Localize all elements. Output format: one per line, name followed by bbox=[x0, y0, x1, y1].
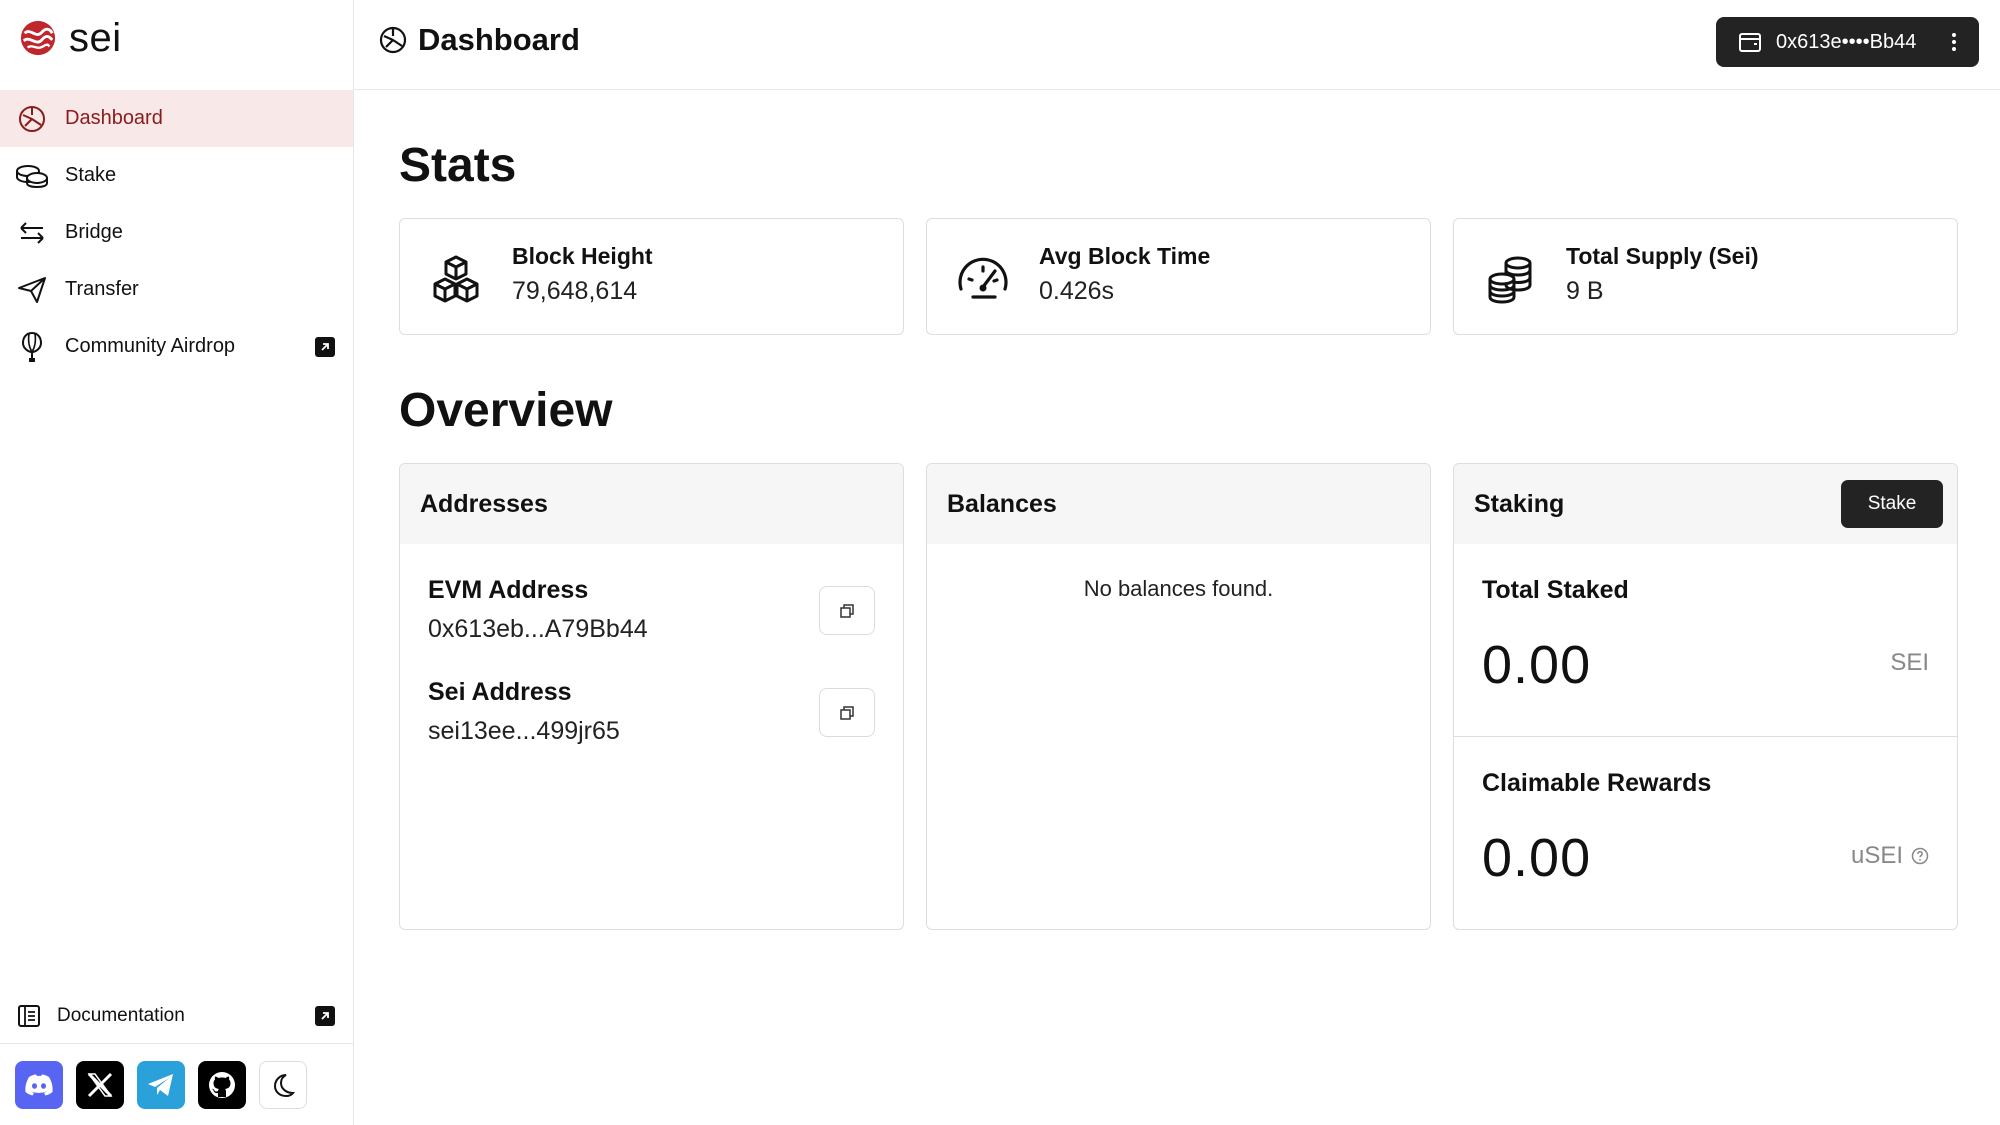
unit-label: SEI bbox=[1890, 649, 1929, 676]
copy-icon bbox=[840, 705, 854, 720]
staking-divider bbox=[1454, 736, 1957, 737]
total-staked-label: Total Staked bbox=[1482, 576, 1629, 604]
total-staked-unit: SEI bbox=[1890, 649, 1929, 677]
telegram-icon[interactable] bbox=[137, 1061, 185, 1109]
sidebar-item-label: Transfer bbox=[65, 278, 139, 300]
page-title: Dashboard bbox=[378, 22, 580, 58]
overview-heading: Overview bbox=[399, 384, 613, 437]
evm-address-label: EVM Address bbox=[428, 576, 589, 604]
wallet-address: 0x613e••••Bb44 bbox=[1776, 30, 1917, 53]
sei-address-label: Sei Address bbox=[428, 678, 572, 706]
sidebar-nav: Dashboard Stake Bridge Transfer Communit… bbox=[0, 90, 353, 375]
sidebar-item-community-airdrop[interactable]: Community Airdrop bbox=[0, 318, 353, 375]
wallet-icon bbox=[1739, 33, 1761, 52]
stat-card-block-height: Block Height 79,648,614 bbox=[399, 218, 904, 335]
sidebar-item-transfer[interactable]: Transfer bbox=[0, 261, 353, 318]
more-options-icon[interactable] bbox=[1951, 31, 1957, 53]
card-title: Staking bbox=[1474, 489, 1565, 518]
staking-card-header: Staking Stake bbox=[1454, 464, 1957, 544]
documentation-label: Documentation bbox=[57, 1005, 185, 1026]
addresses-card-header: Addresses bbox=[400, 464, 903, 544]
discord-icon[interactable] bbox=[15, 1061, 63, 1109]
github-icon[interactable] bbox=[198, 1061, 246, 1109]
card-title: Addresses bbox=[420, 489, 548, 518]
sidebar-divider bbox=[0, 1043, 353, 1044]
evm-address-value: 0x613eb...A79Bb44 bbox=[428, 615, 648, 643]
help-icon[interactable] bbox=[1911, 847, 1929, 865]
sidebar-item-dashboard[interactable]: Dashboard bbox=[0, 90, 353, 147]
stat-card-avg-block-time: Avg Block Time 0.426s bbox=[926, 218, 1431, 335]
stat-label: Total Supply (Sei) bbox=[1566, 243, 1759, 269]
stat-label: Avg Block Time bbox=[1039, 243, 1211, 269]
balloon-icon bbox=[15, 330, 49, 364]
arrows-swap-icon bbox=[15, 216, 49, 250]
external-link-icon bbox=[315, 1006, 335, 1026]
sei-logo[interactable]: sei bbox=[19, 18, 122, 58]
coins-stack-icon bbox=[15, 159, 49, 193]
brand-name: sei bbox=[69, 16, 122, 60]
balances-card: Balances No balances found. bbox=[926, 463, 1431, 930]
wallet-button[interactable]: 0x613e••••Bb44 bbox=[1716, 17, 1979, 67]
copy-icon bbox=[840, 603, 854, 618]
book-icon bbox=[15, 1002, 43, 1030]
claimable-rewards-label: Claimable Rewards bbox=[1482, 769, 1712, 797]
total-staked-value: 0.00 bbox=[1482, 635, 1592, 695]
sidebar-item-stake[interactable]: Stake bbox=[0, 147, 353, 204]
stat-value: 0.426s bbox=[1039, 277, 1115, 305]
evm-address-block: EVM Address 0x613eb...A79Bb44 bbox=[428, 576, 648, 644]
stats-heading: Stats bbox=[399, 139, 517, 192]
stat-value: 9 B bbox=[1566, 277, 1604, 305]
social-links bbox=[15, 1061, 307, 1109]
page-title-text: Dashboard bbox=[418, 22, 580, 57]
sidebar: sei Dashboard Stake Bridge Transfer Comm… bbox=[0, 0, 354, 1125]
claimable-rewards-value: 0.00 bbox=[1482, 828, 1592, 888]
balances-card-header: Balances bbox=[927, 464, 1430, 544]
sidebar-item-label: Dashboard bbox=[65, 107, 163, 129]
send-icon bbox=[15, 273, 49, 307]
stat-value: 79,648,614 bbox=[512, 277, 638, 305]
sidebar-item-label: Stake bbox=[65, 164, 117, 186]
unit-label: uSEI bbox=[1850, 842, 1903, 869]
stake-button[interactable]: Stake bbox=[1841, 480, 1943, 528]
speedometer-icon bbox=[958, 257, 1008, 299]
stat-label: Block Height bbox=[512, 243, 653, 269]
sidebar-item-label: Bridge bbox=[65, 221, 123, 243]
sidebar-item-label: Community Airdrop bbox=[65, 335, 236, 357]
sei-address-block: Sei Address sei13ee...499jr65 bbox=[428, 678, 620, 746]
x-icon[interactable] bbox=[76, 1061, 124, 1109]
sei-logo-icon bbox=[20, 20, 56, 56]
claimable-rewards-unit: uSEI bbox=[1851, 842, 1929, 870]
moon-icon[interactable] bbox=[259, 1061, 307, 1109]
cubes-icon bbox=[433, 255, 479, 303]
copy-evm-address-button[interactable] bbox=[819, 586, 875, 635]
stat-card-total-supply: Total Supply (Sei) 9 B bbox=[1453, 218, 1958, 335]
sei-address-value: sei13ee...499jr65 bbox=[428, 717, 620, 745]
dashboard-icon bbox=[15, 102, 49, 136]
empty-balances-message: No balances found. bbox=[1083, 576, 1274, 601]
coins-icon bbox=[1488, 256, 1532, 304]
sidebar-item-bridge[interactable]: Bridge bbox=[0, 204, 353, 261]
dashboard-icon bbox=[379, 26, 407, 54]
top-bar: Dashboard 0x613e••••Bb44 bbox=[354, 0, 2000, 90]
card-title: Balances bbox=[947, 489, 1057, 518]
sidebar-item-documentation[interactable]: Documentation bbox=[0, 992, 353, 1040]
addresses-card: Addresses EVM Address 0x613eb...A79Bb44 … bbox=[399, 463, 904, 930]
staking-card: Staking Stake Total Staked 0.00 SEI Clai… bbox=[1453, 463, 1958, 930]
external-link-icon bbox=[315, 336, 335, 357]
copy-sei-address-button[interactable] bbox=[819, 688, 875, 737]
